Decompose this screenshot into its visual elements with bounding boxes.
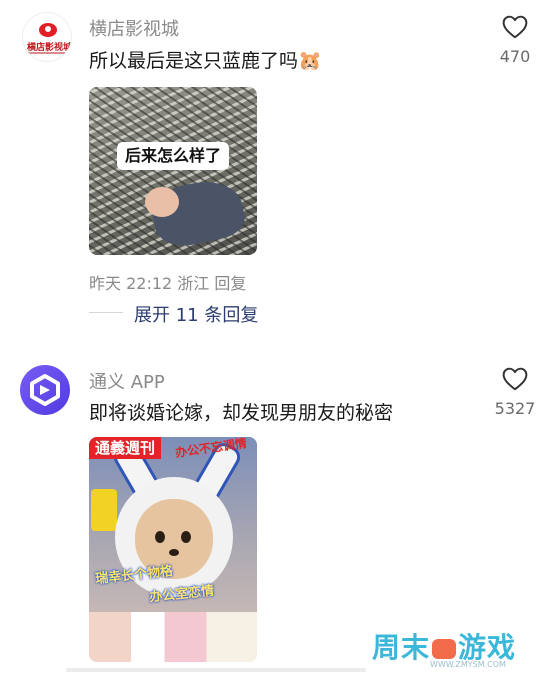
comment-text: 所以最后是这只蓝鹿了吗🐹	[89, 46, 322, 73]
comment-body: 所以最后是这只蓝鹿了吗	[89, 50, 299, 72]
tongyi-logo-icon	[30, 374, 60, 406]
gamepad-icon	[432, 639, 457, 659]
comment-image[interactable]: 后来怎么样了	[89, 87, 257, 255]
divider	[89, 312, 123, 313]
scroll-indicator	[66, 668, 366, 672]
comment-author[interactable]: 横店影视城	[89, 15, 179, 41]
comment-text: 即将谈婚论嫁，却发现男朋友的秘密	[89, 402, 394, 424]
comment-meta: 昨天 22:12 浙江 回复	[89, 270, 246, 294]
hengdian-logo-icon	[39, 23, 57, 37]
heart-outline-icon[interactable]	[502, 15, 528, 39]
heart-outline-icon[interactable]	[502, 367, 528, 391]
avatar-hengdian[interactable]: 横店影视城	[22, 12, 72, 62]
comment-image[interactable]: 通義週刊 办公不忘调情 瑞幸长个物格 办公室恋情	[89, 437, 257, 662]
expand-replies-button[interactable]: 展开 11 条回复	[134, 301, 258, 327]
image-badge: 通義週刊	[89, 437, 162, 459]
reply-button[interactable]: 回复	[214, 274, 246, 293]
like-count: 5327	[494, 399, 536, 418]
avatar-tongyi[interactable]	[20, 365, 70, 415]
like-count: 470	[499, 47, 531, 66]
spongebob-figure	[91, 489, 117, 531]
comment-author[interactable]: 通义 APP	[89, 368, 165, 394]
emoji: 🐹	[298, 50, 322, 72]
comment-location: 浙江	[177, 274, 210, 293]
image-caption: 后来怎么样了	[117, 142, 230, 170]
comment-time: 昨天 22:12	[89, 274, 173, 293]
watermark-url: WWW.ZMYSM.COM	[430, 660, 506, 669]
